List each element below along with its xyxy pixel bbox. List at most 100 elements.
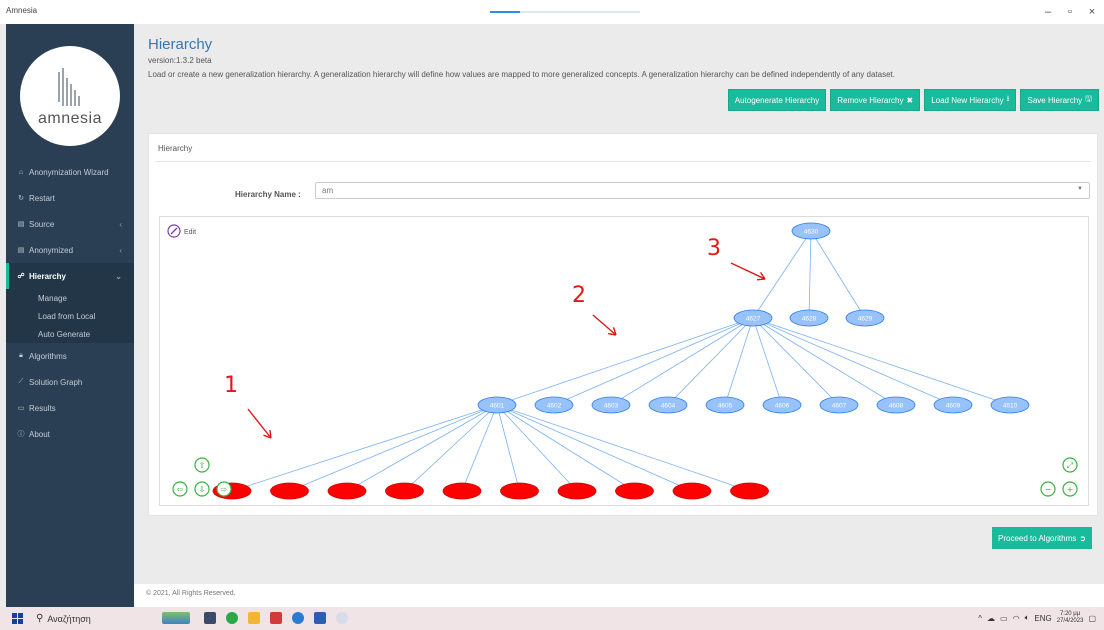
hierarchy-node-level-2[interactable]: 4628 (789, 309, 829, 327)
hierarchy-edge (752, 317, 783, 406)
button-label: Load New Hierarchy (931, 95, 1004, 105)
onedrive-icon[interactable]: ☁ (987, 614, 995, 623)
hierarchy-node-level-3[interactable]: 4604 (648, 396, 688, 414)
page-description: Load or create a new generalization hier… (148, 70, 895, 79)
search-app-icon[interactable] (336, 612, 348, 624)
taskbar-search[interactable]: ⚲ Αναζήτηση (30, 610, 148, 627)
hierarchy-node-label: 4610 (1003, 403, 1018, 410)
sidebar-item-results[interactable]: ▭ Results (6, 395, 134, 421)
zoom-out-icon[interactable]: − (1040, 481, 1056, 497)
proceed-to-algorithms-button[interactable]: Proceed to Algorithms ➲ (992, 527, 1092, 549)
hierarchy-edge (496, 404, 520, 492)
hierarchy-name-select[interactable]: am ▼ (315, 182, 1090, 199)
sidebar-item-about[interactable]: ⓘ About (6, 421, 134, 447)
hierarchy-graph[interactable]: Edit 4630 4627 4628 4629 4601 4602 4603 4604 460… (160, 217, 1089, 506)
sidebar-item-label: Results (29, 403, 56, 413)
hierarchy-node-level-3[interactable]: 4602 (534, 396, 574, 414)
edge-icon[interactable] (292, 612, 304, 624)
file-explorer-icon[interactable] (248, 612, 260, 624)
hierarchy-node-leaf[interactable] (615, 482, 654, 500)
sidebar-item-restart[interactable]: ↻ Restart (6, 185, 134, 211)
sidebar-item-label: About (29, 429, 50, 439)
language-indicator[interactable]: ENG (1034, 614, 1051, 623)
sidebar-subitem-load-from-local[interactable]: Load from Local (6, 307, 134, 325)
hierarchy-node-leaf[interactable] (442, 482, 482, 500)
chevron-up-icon[interactable]: ^ (978, 614, 982, 623)
svg-text:+: + (1067, 485, 1074, 494)
hierarchy-node-leaf[interactable] (500, 482, 539, 500)
wifi-icon[interactable]: ◠ (1013, 614, 1020, 623)
hierarchy-edge (496, 317, 754, 406)
autogenerate-hierarchy-button[interactable]: Autogenerate Hierarchy (727, 89, 827, 111)
clock-date: 27/4/2023 (1056, 618, 1084, 624)
hierarchy-node-level-3[interactable]: 4610 (990, 396, 1030, 414)
remove-hierarchy-button[interactable]: Remove Hierarchy ✖ (830, 89, 921, 111)
restore-button[interactable]: ▫ (1062, 6, 1078, 18)
loading-progress-fill (490, 11, 520, 13)
clock[interactable]: 7:20 μμ 27/4/2023 (1057, 611, 1084, 625)
sidebar-item-label: Algorithms (29, 351, 67, 361)
sidebar-subitem-auto-generate[interactable]: Auto Generate (6, 325, 134, 343)
hierarchy-node-leaf[interactable] (730, 482, 769, 500)
hierarchy-node-root[interactable]: 4630 (791, 222, 831, 240)
hierarchy-edge (496, 404, 635, 492)
hierarchy-edge (231, 404, 498, 492)
lock-icon: 🔒︎ (19, 352, 23, 359)
hierarchy-node-leaf[interactable] (327, 482, 367, 500)
task-view-icon[interactable] (204, 612, 216, 624)
speaker-icon[interactable]: 🔈︎ (1025, 613, 1030, 623)
hierarchy-node-leaf[interactable] (672, 482, 712, 500)
hierarchy-node-label: 4605 (718, 403, 733, 410)
taskbar: ⚲ Αναζήτηση ^ ☁ ▭ ◠ 🔈︎ ENG 7:20 μμ 27/4/… (0, 607, 1104, 630)
chevron-left-icon: ‹ (119, 219, 122, 229)
word-icon[interactable] (314, 612, 326, 624)
hierarchy-graph-canvas[interactable]: Edit 4630 4627 4628 4629 4601 4602 4603 4604 460… (159, 216, 1089, 506)
zoom-in-icon[interactable]: + (1062, 481, 1078, 497)
hierarchy-node-leaf[interactable] (557, 482, 597, 500)
save-hierarchy-button[interactable]: Save Hierarchy 🖫 (1020, 89, 1099, 111)
sidebar-item-source[interactable]: ▤ Source ‹ (6, 211, 134, 237)
hierarchy-node-level-3[interactable]: 4605 (705, 396, 745, 414)
minimize-button[interactable]: – (1040, 6, 1056, 18)
hierarchy-node-leaf[interactable] (385, 482, 424, 500)
hierarchy-node-level-3[interactable]: 4609 (933, 396, 973, 414)
amnesia-logo: amnesia (20, 46, 120, 146)
edit-button[interactable]: Edit (167, 224, 196, 238)
acrobat-icon[interactable] (270, 612, 282, 624)
sidebar-item-anonymized[interactable]: ▤ Anonymized ‹ (6, 237, 134, 263)
window-titlebar: Amnesia – ▫ × (0, 0, 1104, 24)
info-icon: ⓘ (17, 431, 25, 438)
battery-icon[interactable]: ▭ (1000, 614, 1008, 623)
taskbar-weather-icon[interactable] (162, 612, 190, 624)
sidebar-subitem-manage[interactable]: Manage (6, 289, 134, 307)
close-button[interactable]: × (1084, 6, 1100, 18)
hierarchy-node-level-3[interactable]: 4608 (876, 396, 916, 414)
load-new-hierarchy-button[interactable]: Load New Hierarchy ⭳ (924, 89, 1017, 111)
system-tray: ^ ☁ ▭ ◠ 🔈︎ ENG 7:20 μμ 27/4/2023 ▢ (978, 611, 1096, 625)
pan-down-icon[interactable]: ⇩ (194, 481, 210, 497)
hierarchy-node-level-3[interactable]: 4603 (591, 396, 631, 414)
sidebar-item-hierarchy[interactable]: ☍ Hierarchy ⌄ (6, 263, 134, 289)
hierarchy-node-level-2[interactable]: 4629 (845, 309, 885, 327)
desktop-icon: ▭ (17, 405, 25, 412)
sidebar-item-algorithms[interactable]: 🔒︎ Algorithms (6, 343, 134, 369)
pan-right-icon[interactable]: ⇨ (216, 481, 232, 497)
hierarchy-node-level-3[interactable]: 4607 (819, 396, 859, 414)
hierarchy-edge (808, 230, 812, 319)
hierarchy-node-level-2[interactable]: 4627 (733, 309, 773, 327)
pan-up-icon[interactable]: ⇧ (194, 457, 210, 473)
pan-left-icon[interactable]: ⇦ (172, 481, 188, 497)
hierarchy-edge (810, 230, 866, 319)
svg-text:⇨: ⇨ (221, 485, 228, 494)
sidebar-item-solution-graph[interactable]: ⟋ Solution Graph (6, 369, 134, 395)
hierarchy-edge (461, 404, 498, 492)
home-icon: ⌂ (18, 168, 24, 176)
hierarchy-node-leaf[interactable] (270, 482, 309, 500)
hierarchy-node-level-3[interactable]: 4606 (762, 396, 802, 414)
hierarchy-node-level-3[interactable]: 4601 (477, 396, 517, 414)
zoom-fit-icon[interactable]: ⤢ (1062, 457, 1078, 473)
notification-icon[interactable]: ▢ (1088, 614, 1096, 623)
chrome-icon[interactable] (226, 612, 238, 624)
version-text: version:1.3.2 beta (148, 56, 212, 65)
sidebar-item-anonymization-wizard[interactable]: ⌂ Anonymization Wizard (6, 159, 134, 185)
